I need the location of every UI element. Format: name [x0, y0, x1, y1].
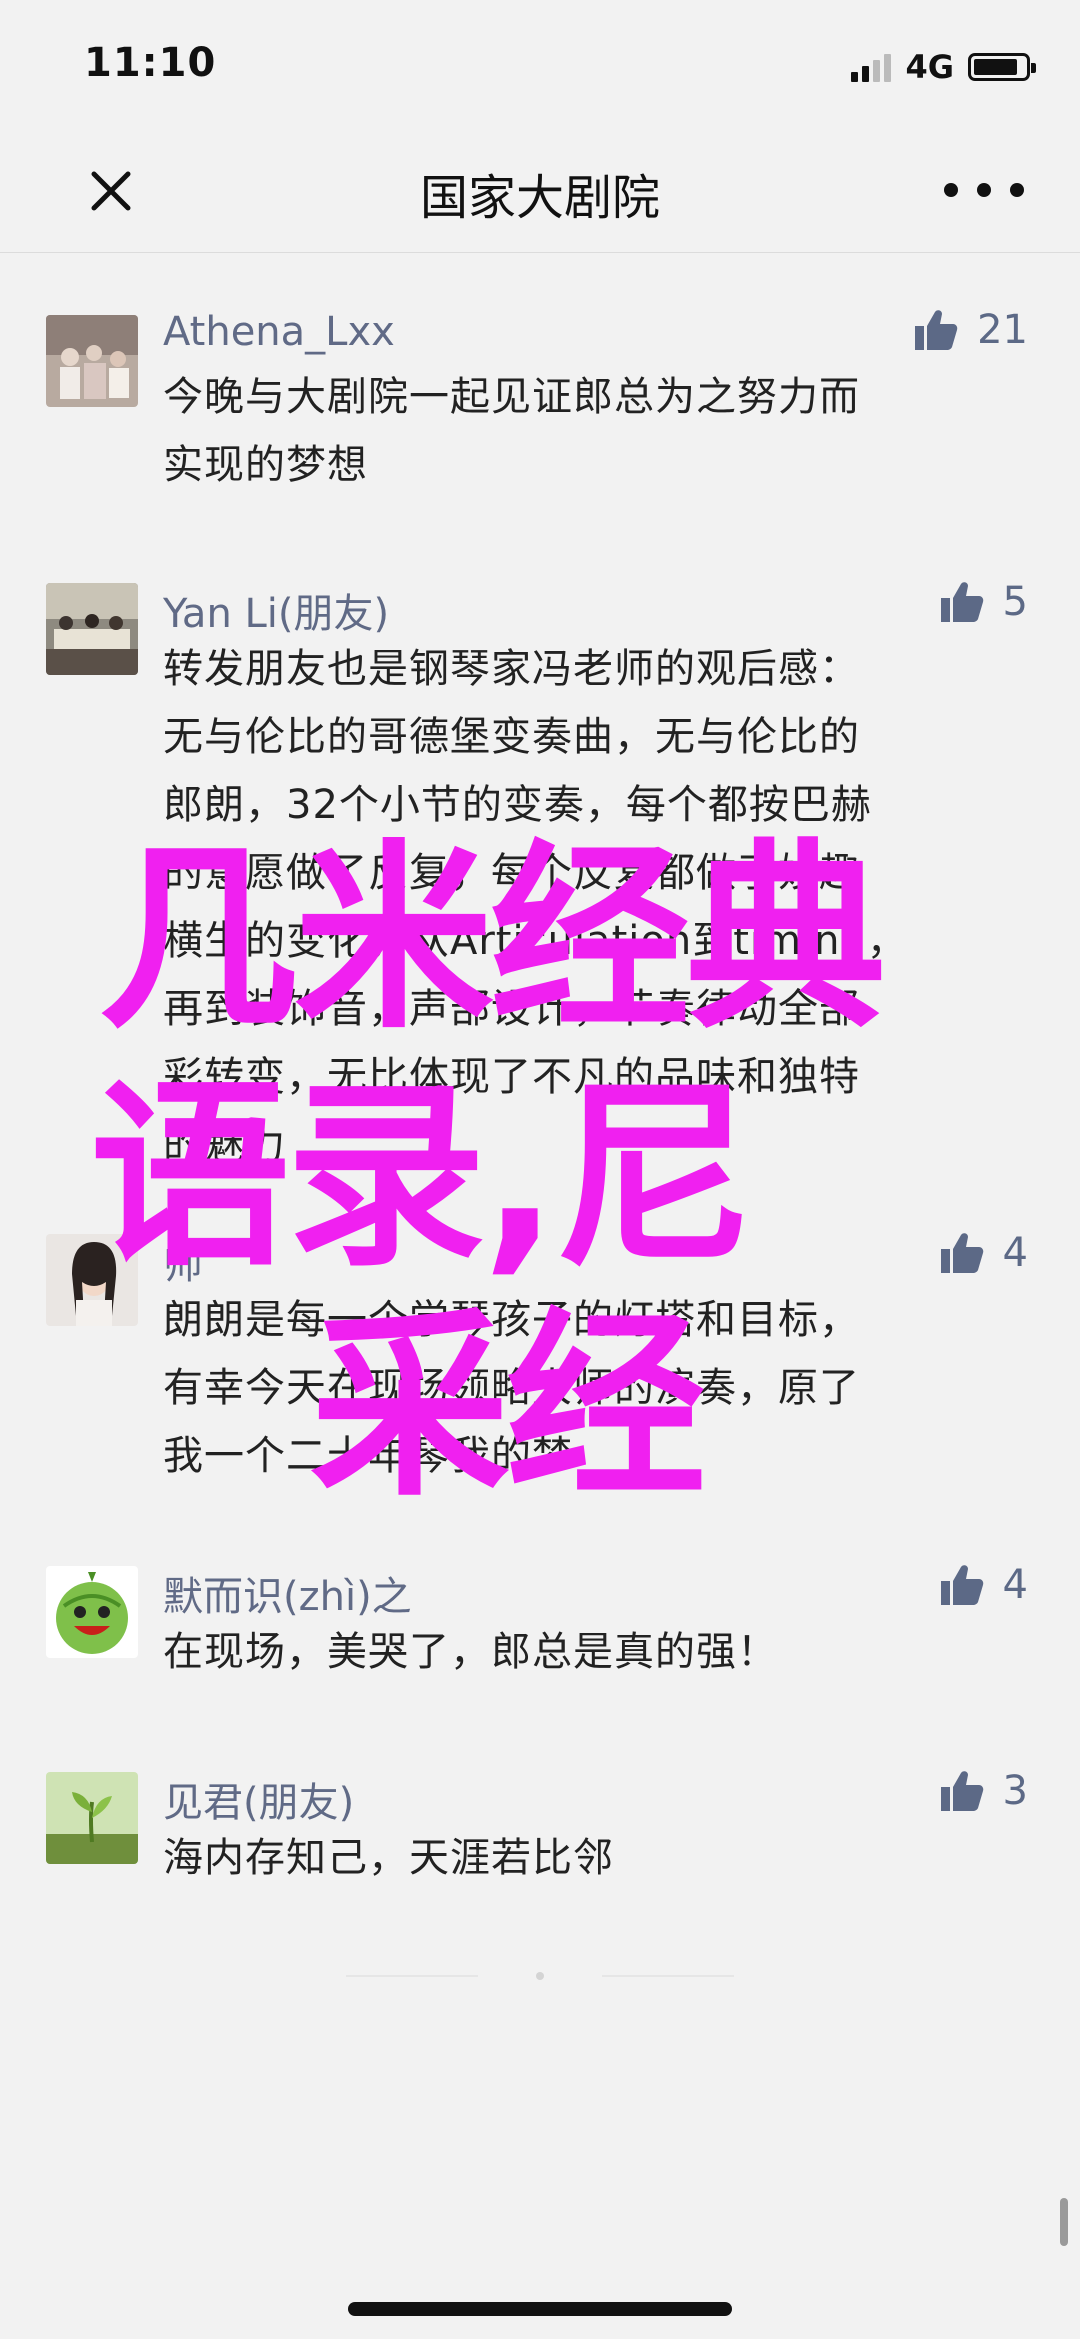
comment-line: 朗朗是每一个学琴孩子的灯塔和目标，	[163, 1297, 860, 1343]
comment-line: 再到装饰音，声部设计，节奏律动全部	[163, 986, 860, 1032]
like-button[interactable]: 4	[939, 1230, 1028, 1276]
network-label: 4G	[905, 48, 954, 86]
like-button[interactable]: 21	[913, 307, 1028, 353]
comment-line: 实现的梦想	[163, 442, 368, 488]
like-count: 21	[977, 307, 1028, 353]
like-count: 4	[1002, 1562, 1028, 1608]
thumbs-up-icon	[940, 1565, 983, 1605]
avatar[interactable]	[46, 583, 138, 675]
thumbs-up-icon	[940, 1233, 983, 1273]
like-count: 3	[1002, 1768, 1028, 1814]
comment-line: 彩转变，无比体现了不凡的品味和独特	[163, 1054, 860, 1100]
avatar[interactable]	[46, 315, 138, 407]
home-indicator[interactable]	[348, 2302, 732, 2316]
comment-line: 在现场，美哭了，郎总是真的强！	[163, 1629, 778, 1675]
comment-text: 今晚与大剧院一起见证郎总为之努力而 实现的梦想	[163, 363, 1003, 499]
scrollbar[interactable]	[1060, 2198, 1068, 2246]
footer-divider	[346, 1975, 478, 1977]
comment-line: 无与伦比的哥德堡变奏曲，无与伦比的	[163, 714, 860, 760]
like-button[interactable]: 5	[939, 579, 1028, 625]
battery-icon	[968, 53, 1036, 81]
commenter-name[interactable]: 师	[163, 1232, 203, 1290]
thumbs-up-icon	[940, 1771, 983, 1811]
comment-line: 的意愿做了反复，每个反复都做了妙趣	[163, 850, 860, 896]
nav-bar: 国家大剧院	[0, 130, 1080, 253]
like-count: 4	[1002, 1230, 1028, 1276]
more-dots-icon[interactable]	[944, 170, 1024, 210]
commenter-name[interactable]: 见君(朋友)	[163, 1770, 354, 1828]
status-icons: 4G	[851, 48, 1036, 86]
comment-line: 的魅力	[163, 1122, 286, 1168]
comment-line: 横生的变化，从Articulation到timing，	[163, 918, 908, 964]
comment-line: 海内存知己，天涯若比邻	[163, 1835, 614, 1881]
signal-icon	[851, 52, 892, 82]
comment-line: 我一个二十年琴我的梦	[163, 1433, 573, 1479]
comment-text: 转发朋友也是钢琴家冯老师的观后感： 无与伦比的哥德堡变奏曲，无与伦比的 郎朗，3…	[163, 635, 1003, 1179]
footer-dot	[536, 1972, 544, 1980]
avatar[interactable]	[46, 1234, 138, 1326]
like-button[interactable]: 3	[939, 1768, 1028, 1814]
thumbs-up-icon	[915, 310, 958, 350]
avatar[interactable]	[46, 1772, 138, 1864]
status-bar: 11:10 4G	[0, 0, 1080, 130]
comment-text: 朗朗是每一个学琴孩子的灯塔和目标， 有幸今天在现场领略大师的演奏，原了 我一个二…	[163, 1286, 1003, 1490]
footer-divider	[602, 1975, 734, 1977]
comment-text: 海内存知己，天涯若比邻	[163, 1824, 1003, 1892]
commenter-name[interactable]: Yan Li(朋友)	[163, 581, 389, 639]
commenter-name[interactable]: 默而识(zhì)之	[163, 1564, 412, 1622]
status-time: 11:10	[84, 40, 217, 86]
page-title: 国家大剧院	[419, 170, 660, 226]
comment-text: 在现场，美哭了，郎总是真的强！	[163, 1618, 1003, 1686]
comment-line: 今晚与大剧院一起见证郎总为之努力而	[163, 374, 860, 420]
comment-line: 有幸今天在现场领略大师的演奏，原了	[163, 1365, 860, 1411]
comment-line: 转发朋友也是钢琴家冯老师的观后感：	[163, 646, 860, 692]
like-button[interactable]: 4	[939, 1562, 1028, 1608]
thumbs-up-icon	[940, 582, 983, 622]
avatar[interactable]	[46, 1566, 138, 1658]
comment-line: 郎朗，32个小节的变奏，每个都按巴赫	[163, 782, 872, 828]
like-count: 5	[1002, 579, 1028, 625]
commenter-name[interactable]: Athena_Lxx	[163, 309, 395, 355]
